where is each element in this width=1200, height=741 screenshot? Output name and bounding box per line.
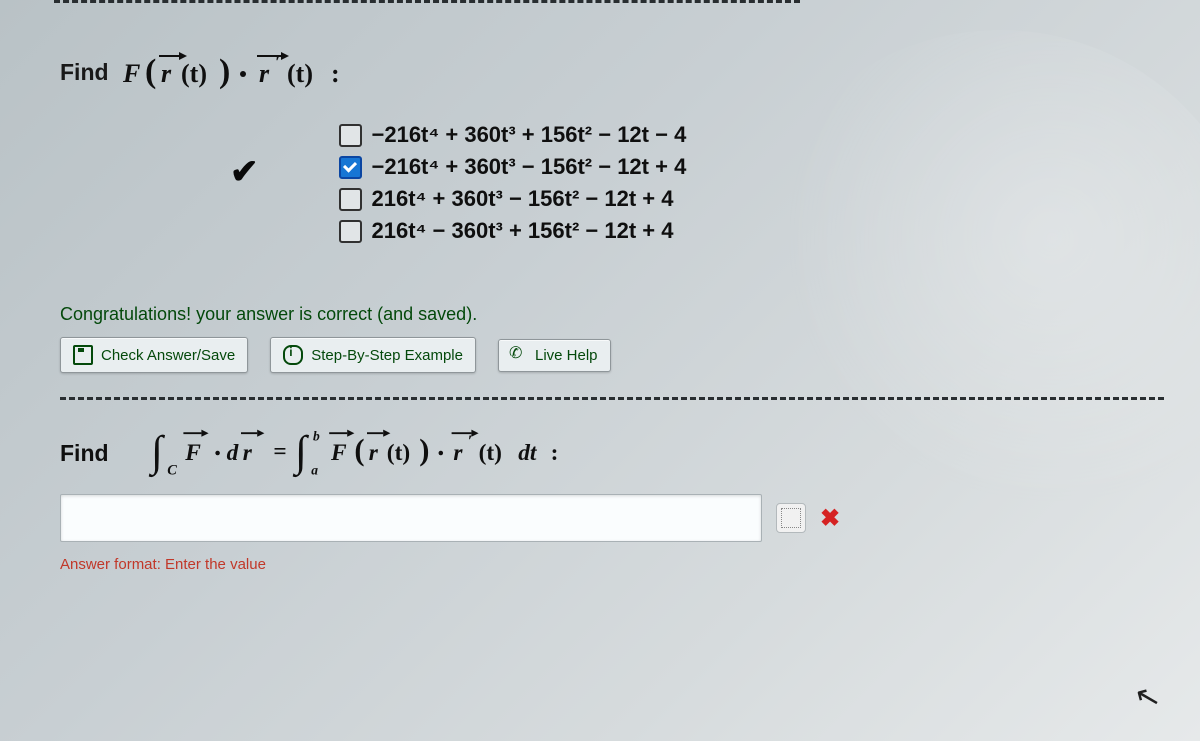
q1-options: −216t⁴ + 360t³ + 156t² − 12t − 4 −216t⁴ …: [339, 122, 687, 244]
clear-x-icon[interactable]: ✖: [820, 504, 840, 533]
feedback-congrats: Congratulations! your answer is correct …: [60, 304, 1164, 325]
svg-text:=: =: [273, 438, 286, 464]
svg-text:(t): (t): [478, 440, 501, 466]
svg-text:(: (: [354, 433, 364, 467]
svg-text:′: ′: [275, 52, 280, 72]
q1-option-1[interactable]: −216t⁴ + 360t³ − 156t² − 12t + 4: [339, 154, 687, 180]
svg-text:r: r: [259, 59, 270, 88]
checkbox-icon[interactable]: [339, 156, 362, 179]
info-icon: [283, 345, 303, 365]
q1-math-expression: F ( r (t) ) r ′ (t) :: [123, 50, 383, 94]
checkbox-icon[interactable]: [339, 124, 362, 147]
svg-text:C: C: [167, 463, 177, 479]
svg-text:(t): (t): [181, 59, 207, 88]
q2-answer-row: ✖: [60, 494, 1164, 542]
q2-math-expression: ∫ C F d r = ∫ b a F: [125, 426, 645, 480]
svg-text::: :: [331, 59, 340, 88]
svg-text:b: b: [313, 428, 320, 443]
svg-text:dt: dt: [518, 440, 538, 466]
q2-answer-input[interactable]: [60, 494, 762, 542]
checkbox-icon[interactable]: [339, 220, 362, 243]
svg-text:r: r: [453, 440, 463, 466]
q1-answer-block: ✔ −216t⁴ + 360t³ + 156t² − 12t − 4 −216t…: [230, 122, 1164, 244]
save-icon: [73, 345, 93, 365]
svg-text:′: ′: [467, 432, 472, 450]
phone-icon: [511, 347, 527, 363]
svg-text:d: d: [226, 440, 238, 466]
q1-option-0-text: −216t⁴ + 360t³ + 156t² − 12t − 4: [372, 122, 687, 148]
q1-prompt: Find F ( r (t) ) r ′ (t) :: [60, 50, 1164, 94]
q1-option-0[interactable]: −216t⁴ + 360t³ + 156t² − 12t − 4: [339, 122, 687, 148]
section-divider-top: [54, 0, 800, 3]
q2-find-label: Find: [60, 440, 109, 467]
svg-text:(t): (t): [287, 59, 313, 88]
q1-find-label: Find: [60, 59, 109, 86]
live-help-label: Live Help: [535, 347, 598, 364]
q1-option-2[interactable]: 216t⁴ + 360t³ − 156t² − 12t + 4: [339, 186, 687, 212]
live-help-button[interactable]: Live Help: [498, 339, 611, 372]
step-example-label: Step-By-Step Example: [311, 347, 463, 364]
section-divider: [60, 397, 1164, 400]
step-by-step-button[interactable]: Step-By-Step Example: [270, 337, 476, 373]
svg-text::: :: [550, 440, 558, 466]
svg-text:a: a: [311, 463, 318, 478]
svg-text:F: F: [123, 59, 140, 88]
svg-text:∫: ∫: [292, 429, 309, 478]
q1-option-3[interactable]: 216t⁴ − 360t³ + 156t² − 12t + 4: [339, 218, 687, 244]
q2-prompt: Find ∫ C F d r = ∫ b a: [60, 426, 1164, 480]
keypad-icon[interactable]: [776, 503, 806, 533]
svg-text:): ): [219, 53, 230, 90]
question-sheet: Find F ( r (t) ) r ′ (t) :: [40, 30, 1184, 741]
svg-text:∫: ∫: [148, 429, 165, 478]
svg-text:F: F: [184, 440, 201, 466]
svg-text:r: r: [368, 440, 378, 466]
svg-text:(t): (t): [386, 440, 409, 466]
q1-option-3-text: 216t⁴ − 360t³ + 156t² − 12t + 4: [372, 218, 674, 244]
svg-text:r: r: [242, 440, 252, 466]
check-save-label: Check Answer/Save: [101, 347, 235, 364]
check-answer-save-button[interactable]: Check Answer/Save: [60, 337, 248, 373]
svg-text:(: (: [145, 53, 156, 90]
action-buttons: Check Answer/Save Step-By-Step Example L…: [60, 337, 1164, 373]
q2-format-hint: Answer format: Enter the value: [60, 556, 1164, 573]
svg-text:r: r: [161, 59, 172, 88]
q1-option-2-text: 216t⁴ + 360t³ − 156t² − 12t + 4: [372, 186, 674, 212]
svg-text:F: F: [330, 440, 347, 466]
checkbox-icon[interactable]: [339, 188, 362, 211]
svg-text:): ): [419, 433, 429, 467]
q1-option-1-text: −216t⁴ + 360t³ − 156t² − 12t + 4: [372, 154, 687, 180]
checkmark-icon: ✔: [230, 152, 259, 192]
